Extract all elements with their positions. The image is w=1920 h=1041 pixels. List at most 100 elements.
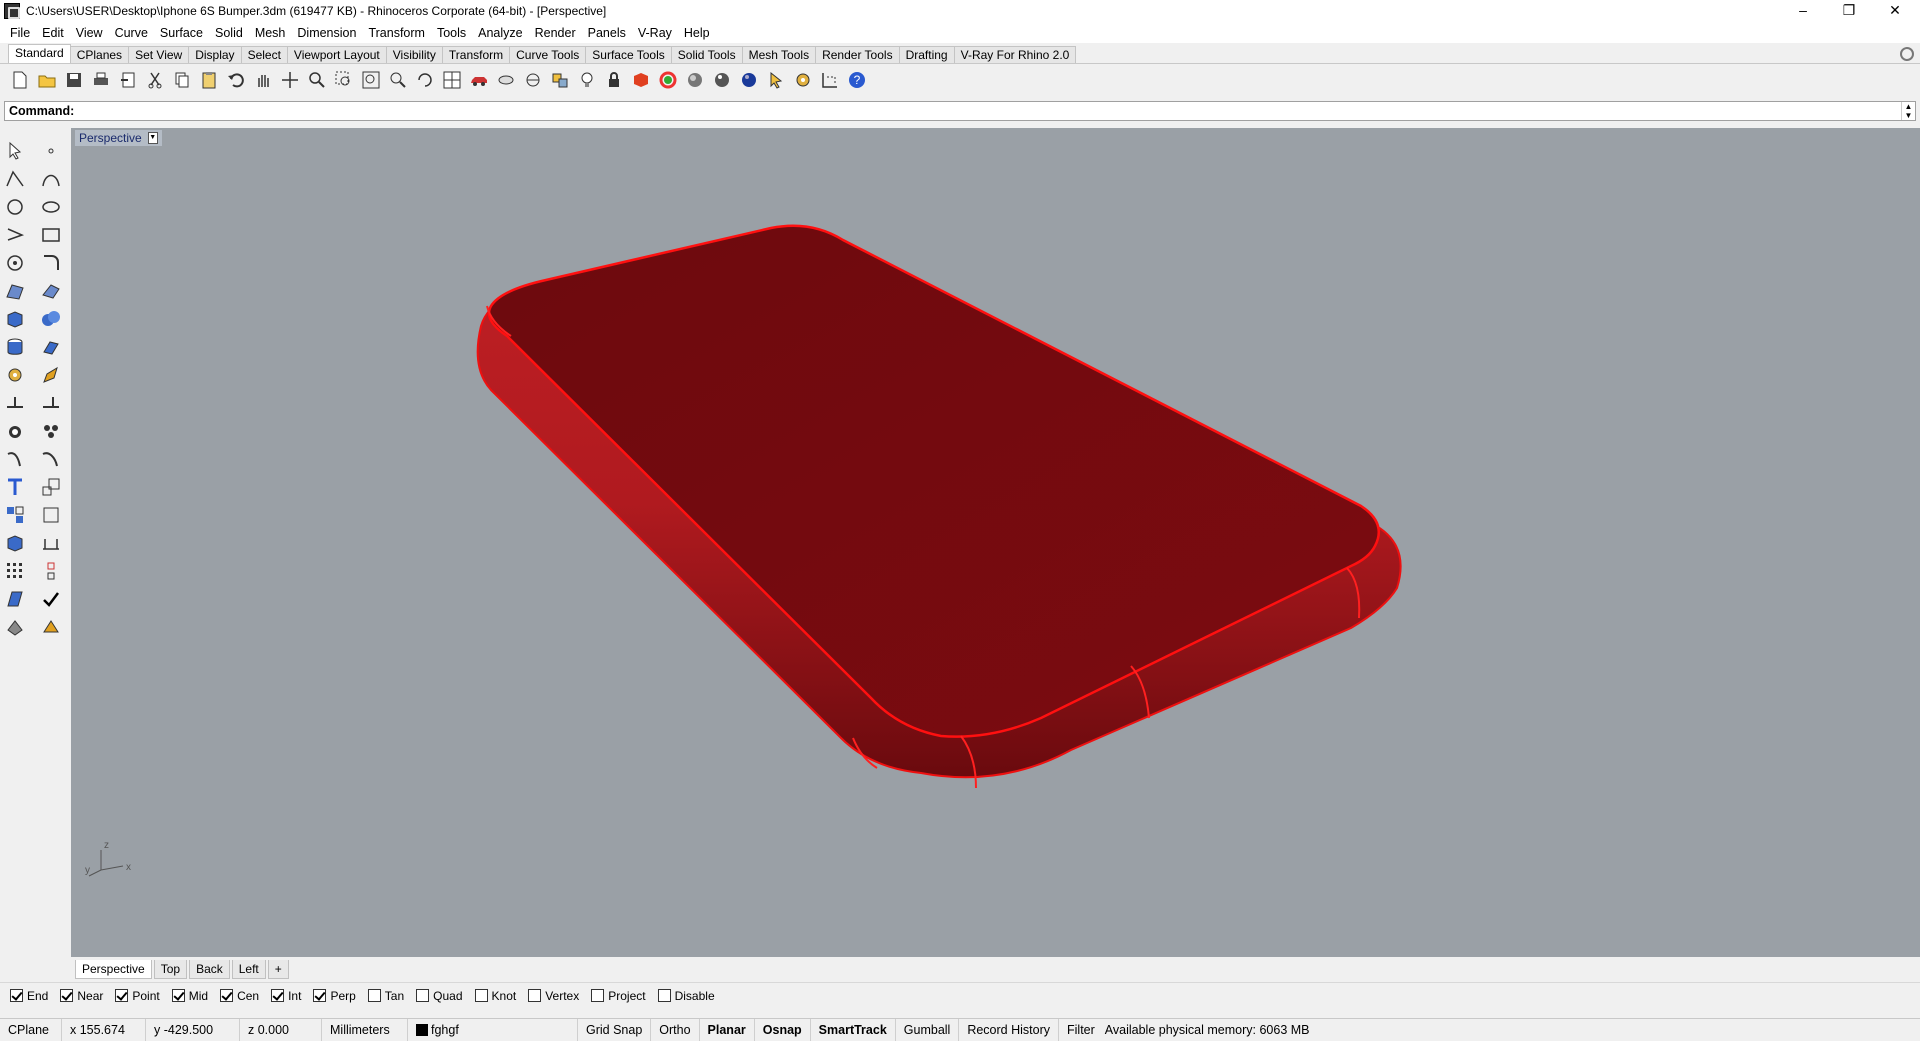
menu-solid[interactable]: Solid <box>209 26 249 40</box>
undo-icon[interactable] <box>224 68 248 92</box>
menu-render[interactable]: Render <box>529 26 582 40</box>
menu-curve[interactable]: Curve <box>109 26 154 40</box>
circle-icon[interactable] <box>2 194 28 220</box>
paste-icon[interactable] <box>197 68 221 92</box>
tab-surface-tools[interactable]: Surface Tools <box>585 46 672 63</box>
view-tab-left[interactable]: Left <box>231 959 266 979</box>
light-icon[interactable] <box>575 68 599 92</box>
osnap-cen-checkbox[interactable] <box>220 989 234 1002</box>
menu-view[interactable]: View <box>70 26 109 40</box>
osnap-point[interactable]: Point <box>115 989 160 1003</box>
rhino-app-icon[interactable] <box>4 3 20 19</box>
copy-icon[interactable] <box>170 68 194 92</box>
osnap-knot-checkbox[interactable] <box>474 989 488 1002</box>
sweep-icon[interactable] <box>2 586 28 612</box>
menu-edit[interactable]: Edit <box>36 26 70 40</box>
pencil-icon[interactable] <box>38 362 64 388</box>
dimension-icon[interactable] <box>818 68 842 92</box>
osnap-cen[interactable]: Cen <box>220 989 259 1003</box>
array-icon[interactable] <box>38 418 64 444</box>
close-button[interactable]: ✕ <box>1872 0 1918 22</box>
viewport-layout-icon[interactable] <box>440 68 464 92</box>
render-icon[interactable] <box>737 68 761 92</box>
menu-dimension[interactable]: Dimension <box>291 26 362 40</box>
lens-icon[interactable] <box>494 68 518 92</box>
rendered-icon[interactable] <box>710 68 734 92</box>
loft-icon[interactable] <box>38 278 64 304</box>
tab-set-view[interactable]: Set View <box>128 46 190 63</box>
tab-vray[interactable]: V-Ray For Rhino 2.0 <box>953 46 1077 63</box>
osnap-project-checkbox[interactable] <box>591 989 605 1002</box>
paint-icon[interactable] <box>38 614 64 640</box>
settings-icon[interactable] <box>791 68 815 92</box>
osnap-toggle[interactable]: Osnap <box>755 1018 811 1041</box>
osnap-vertex-checkbox[interactable] <box>528 989 542 1002</box>
tab-solid-tools[interactable]: Solid Tools <box>670 46 743 63</box>
zoom-window-icon[interactable] <box>332 68 356 92</box>
osnap-quad[interactable]: Quad <box>416 989 463 1003</box>
osnap-tan[interactable]: Tan <box>367 989 404 1003</box>
polygon-icon[interactable] <box>2 250 28 276</box>
curve-icon[interactable] <box>38 166 64 192</box>
select-arrow-icon[interactable] <box>2 138 28 164</box>
osnap-project[interactable]: Project <box>591 989 646 1003</box>
polyline-icon[interactable] <box>2 166 28 192</box>
osnap-disable-checkbox[interactable] <box>657 989 671 1002</box>
print-icon[interactable] <box>89 68 113 92</box>
menu-analyze[interactable]: Analyze <box>472 26 528 40</box>
gear-icon[interactable] <box>2 362 28 388</box>
osnap-near-checkbox[interactable] <box>60 989 74 1002</box>
osnap-disable[interactable]: Disable <box>657 989 715 1003</box>
boolean-union-icon[interactable] <box>38 306 64 332</box>
help-icon[interactable]: ? <box>845 68 869 92</box>
osnap-quad-checkbox[interactable] <box>416 989 430 1002</box>
menu-help[interactable]: Help <box>678 26 716 40</box>
shell-icon[interactable] <box>2 418 28 444</box>
osnap-int[interactable]: Int <box>271 989 301 1003</box>
osnap-perp[interactable]: Perp <box>313 989 356 1003</box>
ellipse-icon[interactable] <box>38 194 64 220</box>
view-tab-back[interactable]: Back <box>189 959 230 979</box>
group-icon[interactable] <box>2 502 28 528</box>
current-layer[interactable]: fghgf <box>408 1018 578 1041</box>
mesh-tool-icon[interactable] <box>2 390 28 416</box>
tab-visibility[interactable]: Visibility <box>385 46 443 63</box>
car-icon[interactable] <box>467 68 491 92</box>
point-icon[interactable] <box>38 138 64 164</box>
layer-icon[interactable] <box>38 502 64 528</box>
cylinder-icon[interactable] <box>2 334 28 360</box>
box-icon[interactable] <box>2 306 28 332</box>
tab-select[interactable]: Select <box>240 46 288 63</box>
tab-cplanes[interactable]: CPlanes <box>69 46 130 63</box>
shaded-icon[interactable] <box>683 68 707 92</box>
mesh-object-icon[interactable] <box>2 614 28 640</box>
blend-icon[interactable] <box>38 446 64 472</box>
menu-mesh[interactable]: Mesh <box>249 26 292 40</box>
zoom-extents-icon[interactable] <box>359 68 383 92</box>
tab-display[interactable]: Display <box>188 46 242 63</box>
tab-mesh-tools[interactable]: Mesh Tools <box>741 46 817 63</box>
pointer-icon[interactable] <box>764 68 788 92</box>
tab-standard[interactable]: Standard <box>8 44 71 63</box>
osnap-point-checkbox[interactable] <box>115 989 129 1002</box>
osnap-knot[interactable]: Knot <box>474 989 516 1003</box>
filter-toggle[interactable]: Filter <box>1059 1019 1097 1041</box>
tab-curve-tools[interactable]: Curve Tools <box>509 46 587 63</box>
menu-vray[interactable]: V-Ray <box>632 26 678 40</box>
split-icon[interactable] <box>38 390 64 416</box>
osnap-vertex[interactable]: Vertex <box>528 989 579 1003</box>
settings-gear-icon[interactable] <box>1900 47 1914 61</box>
fillet-icon[interactable] <box>38 250 64 276</box>
move-view-icon[interactable] <box>278 68 302 92</box>
arc-icon[interactable] <box>2 222 28 248</box>
check-icon[interactable] <box>38 586 64 612</box>
osnap-near[interactable]: Near <box>60 989 103 1003</box>
target-icon[interactable] <box>521 68 545 92</box>
zoom-selected-icon[interactable] <box>386 68 410 92</box>
dimension-tool-icon[interactable] <box>38 530 64 556</box>
osnap-tan-checkbox[interactable] <box>367 989 381 1002</box>
ortho-toggle[interactable]: Ortho <box>651 1018 700 1041</box>
osnap-mid-checkbox[interactable] <box>171 989 185 1002</box>
lock-icon[interactable] <box>602 68 626 92</box>
new-icon[interactable] <box>8 68 32 92</box>
